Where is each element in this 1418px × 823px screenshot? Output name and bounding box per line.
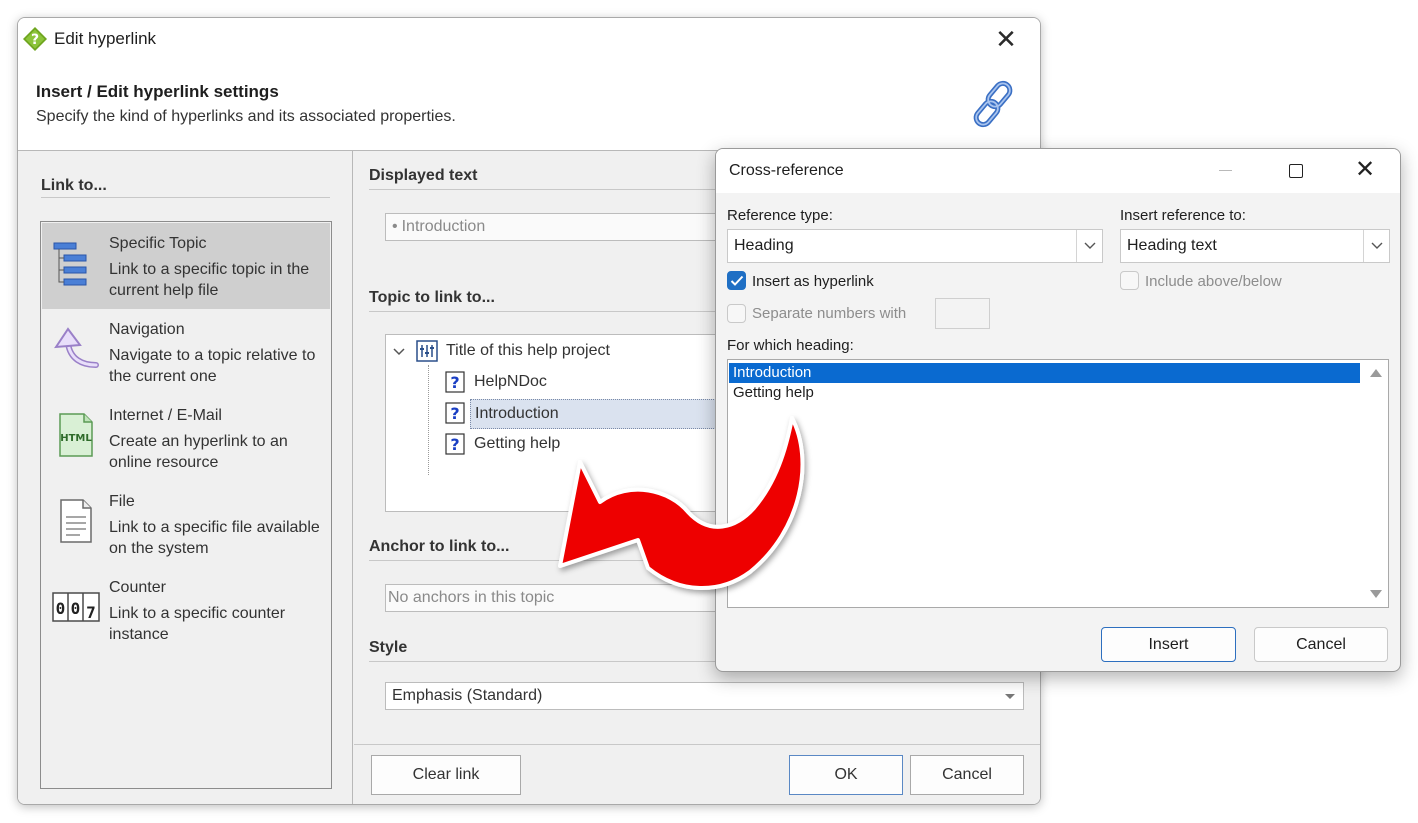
chain-link-icon: [973, 80, 1013, 128]
divider: [41, 197, 330, 198]
insert-reference-select[interactable]: Heading text: [1120, 229, 1390, 263]
link-type-desc: Link to a specific topic in the current …: [109, 261, 310, 299]
link-type-title: File: [109, 493, 135, 510]
link-type-navigation[interactable]: Navigation Navigate to a topic relative …: [42, 309, 330, 395]
insert-as-hyperlink-checkbox[interactable]: [727, 271, 746, 290]
maximize-icon[interactable]: [1260, 149, 1330, 193]
project-icon: [416, 340, 438, 362]
separate-numbers-checkbox[interactable]: [727, 304, 746, 323]
chevron-down-icon: [1084, 242, 1096, 249]
ok-button[interactable]: OK: [789, 755, 903, 795]
displayed-text-label: Displayed text: [369, 167, 478, 184]
svg-text:0: 0: [71, 599, 81, 618]
title-bar: Cross-reference ✕: [716, 149, 1400, 193]
list-item[interactable]: Getting help: [729, 383, 1360, 403]
svg-text:7: 7: [86, 603, 96, 622]
insert-reference-label: Insert reference to:: [1120, 207, 1246, 224]
svg-text:?: ?: [450, 404, 459, 423]
tree-item-label: Getting help: [474, 435, 561, 452]
separate-numbers-label: Separate numbers with: [752, 305, 907, 322]
navigation-arrow-icon: [54, 327, 99, 368]
title-bar: ? Edit hyperlink ✕: [18, 18, 1040, 62]
tree-item-label: Title of this help project: [446, 342, 610, 359]
cancel-button[interactable]: Cancel: [1254, 627, 1388, 662]
topic-help-icon: ?: [445, 433, 465, 455]
tree-item-label: HelpNDoc: [474, 373, 547, 390]
checkmark-icon: [730, 275, 744, 286]
style-select-value: Emphasis (Standard): [392, 687, 543, 704]
list-item[interactable]: Introduction: [729, 363, 1360, 383]
svg-text:HTML: HTML: [60, 433, 92, 444]
link-type-desc: Navigate to a topic relative to the curr…: [109, 347, 316, 385]
dropdown-button[interactable]: [1363, 230, 1389, 262]
dropdown-button[interactable]: [1076, 230, 1102, 262]
link-to-label: Link to...: [41, 177, 107, 194]
svg-text:?: ?: [450, 373, 459, 392]
include-above-below-label: Include above/below: [1145, 273, 1282, 290]
close-icon[interactable]: ✕: [990, 24, 1022, 56]
link-type-pane: Link to... Specific Topic Link to a spec…: [18, 151, 353, 804]
link-type-desc: Link to a specific counter instance: [109, 605, 286, 643]
dialog-title: Cross-reference: [729, 162, 844, 179]
topic-help-icon: ?: [445, 402, 465, 424]
link-type-title: Counter: [109, 579, 166, 596]
anchor-label: Anchor to link to...: [369, 538, 510, 555]
dialog-header: Insert / Edit hyperlink settings Specify…: [18, 62, 1040, 150]
insert-as-hyperlink-label: Insert as hyperlink: [752, 273, 874, 290]
header-title: Insert / Edit hyperlink settings: [36, 82, 279, 101]
link-type-title: Navigation: [109, 321, 185, 338]
link-type-specific-topic[interactable]: Specific Topic Link to a specific topic …: [42, 223, 330, 309]
button-bar: Clear link OK Cancel: [354, 744, 1040, 804]
link-type-counter[interactable]: 0 0 7 Counter Link to a specific counter…: [42, 567, 330, 653]
link-type-file[interactable]: File Link to a specific file available o…: [42, 481, 330, 567]
tree-item-label: Introduction: [470, 399, 730, 429]
link-type-title: Internet / E-Mail: [109, 407, 222, 424]
link-type-desc: Link to a specific file available on the…: [109, 519, 320, 557]
link-type-list: Specific Topic Link to a specific topic …: [40, 221, 332, 789]
link-type-internet[interactable]: HTML Internet / E-Mail Create an hyperli…: [42, 395, 330, 481]
style-label: Style: [369, 639, 408, 656]
topic-help-icon: ?: [445, 371, 465, 393]
chevron-down-icon: [1371, 242, 1383, 249]
insert-reference-value: Heading text: [1127, 237, 1217, 254]
app-help-icon: ?: [23, 27, 47, 51]
for-which-heading-label: For which heading:: [727, 337, 854, 354]
close-icon[interactable]: ✕: [1330, 149, 1400, 193]
counter-icon: 0 0 7: [52, 592, 100, 622]
topic-label: Topic to link to...: [369, 289, 495, 306]
cancel-button[interactable]: Cancel: [910, 755, 1024, 795]
scroll-down-icon[interactable]: [1370, 590, 1382, 598]
header-subtitle: Specify the kind of hyperlinks and its a…: [36, 108, 456, 125]
reference-type-label: Reference type:: [727, 207, 833, 224]
link-type-desc: Create an hyperlink to an online resourc…: [109, 433, 288, 471]
chevron-down-icon[interactable]: [392, 345, 406, 359]
tree-connector: [428, 365, 429, 475]
chevron-down-icon: [1005, 694, 1015, 699]
file-icon: [60, 499, 92, 543]
insert-button[interactable]: Insert: [1101, 627, 1236, 662]
scroll-up-icon[interactable]: [1370, 369, 1382, 377]
reference-type-select[interactable]: Heading: [727, 229, 1103, 263]
dialog-title: Edit hyperlink: [54, 29, 157, 48]
svg-text:0: 0: [56, 599, 66, 618]
include-above-below-checkbox[interactable]: [1120, 271, 1139, 290]
reference-type-value: Heading: [734, 237, 794, 254]
heading-list: Introduction Getting help: [727, 359, 1389, 608]
scrollbar[interactable]: [1363, 361, 1387, 606]
separator-input[interactable]: [935, 298, 990, 329]
topic-tree-icon: [53, 242, 87, 286]
html-file-icon: HTML: [59, 413, 93, 457]
link-type-title: Specific Topic: [109, 235, 207, 252]
svg-text:?: ?: [31, 32, 39, 48]
style-select[interactable]: Emphasis (Standard): [385, 682, 1024, 710]
svg-text:?: ?: [450, 435, 459, 454]
clear-link-button[interactable]: Clear link: [371, 755, 521, 795]
minimize-icon[interactable]: [1190, 149, 1260, 193]
cross-reference-dialog: Cross-reference ✕ Reference type: Headin…: [715, 148, 1401, 672]
